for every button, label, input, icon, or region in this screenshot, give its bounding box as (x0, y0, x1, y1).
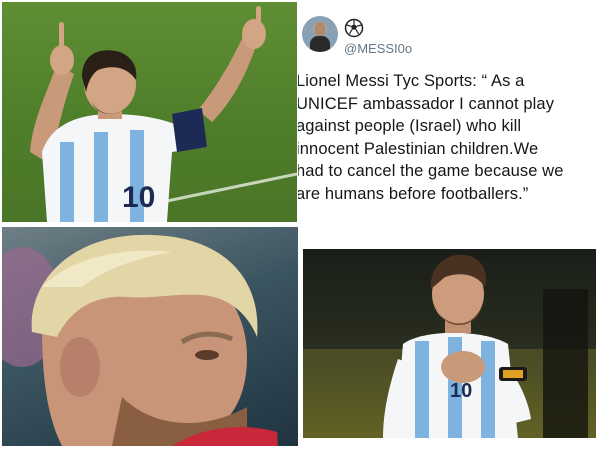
jersey-number: 10 (122, 181, 155, 214)
photo-closeup (2, 227, 298, 446)
tweet-line: UNICEF ambassador I cannot play (298, 94, 555, 113)
photo-hand-on-chest: 10 (303, 249, 596, 438)
photo-celebration: 10 (2, 2, 297, 222)
profile-avatar[interactable] (302, 16, 338, 52)
celebration-illustration: 10 (30, 6, 297, 222)
tweet-line: against people (Israel) who kill (298, 117, 522, 135)
tweet-line: had to cancel the game because we (298, 162, 564, 180)
soccer-ball-icon (344, 18, 364, 38)
tweet-body: Lionel Messi Tyc Sports: “ As a UNICEF a… (298, 70, 600, 205)
tweet-card: @MESSI0o Lionel Messi Tyc Sports: “ As a… (298, 0, 600, 245)
jersey-number: 10 (450, 380, 472, 402)
hand-on-chest-illustration: 10 (303, 254, 596, 438)
tweet-handle[interactable]: @MESSI0o (344, 41, 412, 56)
closeup-illustration (2, 234, 278, 446)
tweet-line: are humans before footballers.” (298, 184, 529, 203)
tweet-line: innocent Palestinian children.We (298, 139, 539, 158)
tweet-line: Lionel Messi Tyc Sports: “ As a (298, 72, 525, 90)
